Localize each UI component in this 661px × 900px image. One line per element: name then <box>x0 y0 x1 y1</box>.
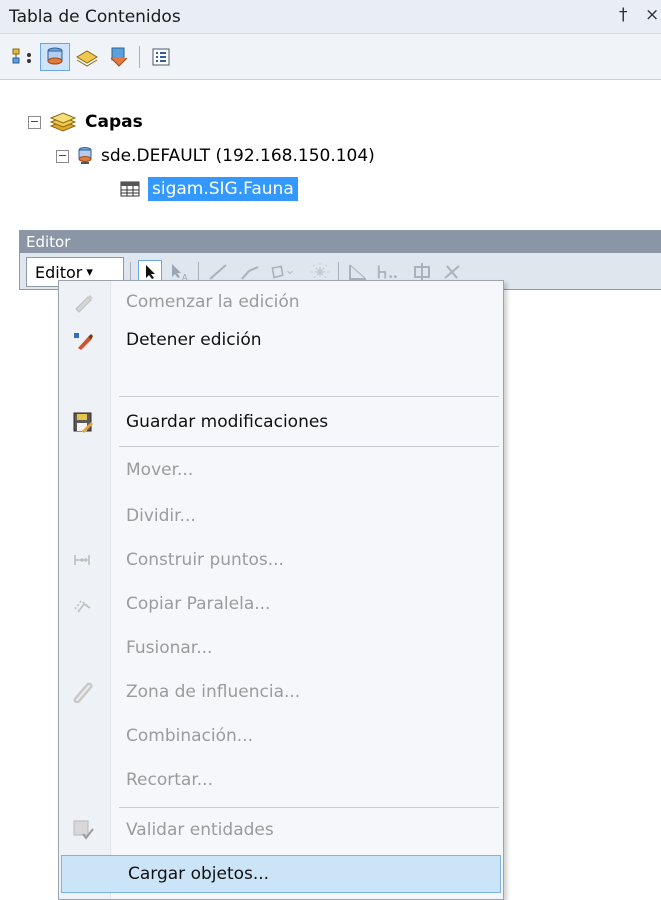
list-by-source-icon[interactable] <box>40 43 70 71</box>
editor-toolbar-title: Editor <box>20 231 661 253</box>
chevron-down-icon: ▾ <box>86 264 93 280</box>
menu-item-label: Fusionar... <box>126 638 213 658</box>
collapse-icon[interactable]: − <box>56 149 69 163</box>
menu-item-zona-de-influencia[interactable]: Zona de influencia... <box>60 673 502 711</box>
editor-dropdown-label: Editor <box>35 262 83 282</box>
construct-points-icon <box>70 548 96 572</box>
menu-item-recortar[interactable]: Recortar... <box>60 761 502 799</box>
table-icon <box>120 181 140 197</box>
editor-dropdown-menu: Comenzar la edición Detener edición Guar… <box>58 280 504 900</box>
list-by-selection-icon[interactable] <box>104 43 134 71</box>
options-icon[interactable] <box>146 43 176 71</box>
list-by-drawing-order-icon[interactable] <box>8 43 38 71</box>
menu-item-mover[interactable]: Mover... <box>60 451 502 489</box>
menu-item-label: Recortar... <box>126 770 213 790</box>
menu-item-dividir[interactable]: Dividir... <box>60 497 502 535</box>
tree-label-capas: Capas <box>85 112 143 132</box>
toc-toolbar <box>0 34 661 80</box>
window-title: Tabla de Contenidos <box>9 7 181 27</box>
menu-item-guardar-modificaciones[interactable]: Guardar modificaciones <box>60 403 502 441</box>
save-edits-icon <box>70 410 96 434</box>
menu-item-combinacion[interactable]: Combinación... <box>60 717 502 755</box>
collapse-icon[interactable]: − <box>28 115 41 129</box>
tree-node-layer[interactable]: sigam.SIG.Fauna <box>120 174 298 204</box>
menu-item-cargar-objetos[interactable]: Cargar objetos... <box>61 855 501 893</box>
database-icon <box>78 147 92 164</box>
menu-item-label: Copiar Paralela... <box>126 594 271 614</box>
menu-item-fusionar[interactable]: Fusionar... <box>60 629 502 667</box>
menu-item-label: Comenzar la edición <box>126 292 300 312</box>
tree-label-layer: sigam.SIG.Fauna <box>148 177 298 201</box>
menu-separator <box>119 807 499 808</box>
menu-item-label: Zona de influencia... <box>126 682 301 702</box>
menu-item-label: Guardar modificaciones <box>126 412 329 432</box>
tree-node-capas[interactable]: − Capas <box>28 107 143 137</box>
stop-editing-icon <box>70 328 96 352</box>
menu-item-comenzar-edicion[interactable]: Comenzar la edición <box>60 283 502 321</box>
toc-title-bar: Tabla de Contenidos † × <box>0 0 661 34</box>
validate-features-icon <box>70 818 96 842</box>
start-editing-icon <box>70 290 96 314</box>
layers-icon <box>49 112 77 132</box>
tree-node-connection[interactable]: − sde.DEFAULT (192.168.150.104) <box>56 141 375 171</box>
menu-item-detener-edicion[interactable]: Detener edición <box>60 321 502 359</box>
menu-separator <box>119 396 499 397</box>
close-icon[interactable]: × <box>645 5 659 25</box>
tree-label-connection: sde.DEFAULT (192.168.150.104) <box>101 146 375 166</box>
buffer-icon <box>70 680 96 704</box>
menu-item-construir-puntos[interactable]: Construir puntos... <box>60 541 502 579</box>
pin-icon[interactable]: † <box>619 5 628 25</box>
menu-item-copiar-paralela[interactable]: Copiar Paralela... <box>60 585 502 623</box>
menu-item-label: Combinación... <box>126 726 253 746</box>
list-by-visibility-icon[interactable] <box>72 43 102 71</box>
copy-parallel-icon <box>70 592 96 616</box>
menu-separator <box>119 446 499 447</box>
menu-item-label: Mover... <box>126 460 194 480</box>
menu-item-label: Cargar objetos... <box>128 864 270 884</box>
menu-item-label: Dividir... <box>126 506 196 526</box>
menu-item-label: Validar entidades <box>126 820 274 840</box>
menu-item-label: Construir puntos... <box>126 550 284 570</box>
menu-item-validar-entidades[interactable]: Validar entidades <box>60 811 502 849</box>
menu-item-label: Detener edición <box>126 330 262 350</box>
